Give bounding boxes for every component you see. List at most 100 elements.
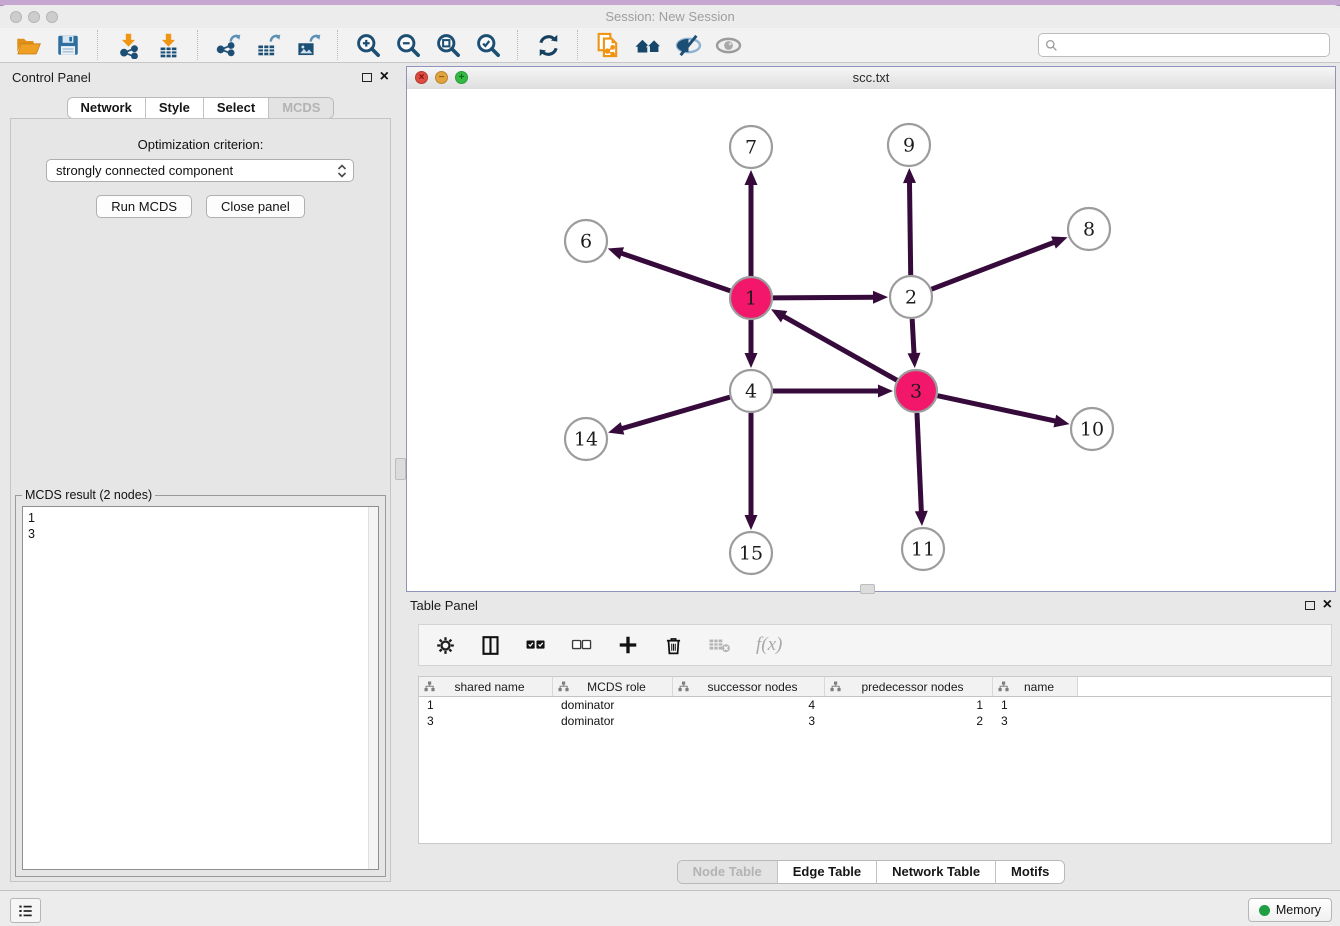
save-session-button[interactable] — [49, 29, 87, 61]
zoom-fit-button[interactable] — [429, 29, 467, 61]
edge-2-3[interactable] — [912, 319, 914, 356]
network-canvas[interactable]: 7968124314101511 — [407, 89, 1335, 591]
table-cell[interactable]: 1 — [419, 697, 553, 713]
fx-icon: f(x) — [756, 634, 782, 656]
tab-network[interactable]: Network — [68, 98, 146, 118]
task-history-button[interactable] — [10, 898, 41, 923]
criterion-value: strongly connected component — [56, 163, 233, 178]
tab-mcds[interactable]: MCDS — [269, 98, 333, 118]
column-header-successor-nodes[interactable]: successor nodes — [673, 677, 825, 696]
table-panel-float-button[interactable] — [1305, 601, 1315, 610]
delete-row-button[interactable] — [663, 635, 684, 656]
column-header-MCDS-role[interactable]: MCDS role — [553, 677, 673, 696]
edge-arrowhead — [873, 291, 888, 304]
toolbar-separator — [97, 30, 99, 60]
import-network-button[interactable] — [109, 29, 147, 61]
home-button[interactable] — [629, 29, 667, 61]
frame-maximize-button[interactable]: + — [455, 71, 468, 84]
zoom-out-icon — [395, 32, 422, 59]
table-cell[interactable]: 4 — [673, 697, 825, 713]
delete-table-button[interactable] — [708, 635, 732, 655]
window-minimize-button[interactable] — [28, 11, 40, 23]
table-cell[interactable]: 3 — [993, 713, 1078, 729]
edge-3-1[interactable] — [781, 315, 896, 380]
zoom-selected-button[interactable] — [469, 29, 507, 61]
control-panel-close-button[interactable]: × — [380, 71, 389, 83]
edge-3-10[interactable] — [938, 396, 1058, 422]
table-cell[interactable]: 3 — [419, 713, 553, 729]
show-columns-button[interactable] — [480, 635, 501, 656]
window-close-button[interactable] — [10, 11, 22, 23]
select-all-button[interactable] — [525, 636, 547, 654]
refresh-layout-button[interactable] — [529, 29, 567, 61]
edge-arrowhead — [903, 168, 916, 183]
tab-motifs[interactable]: Motifs — [996, 861, 1064, 883]
main-toolbar — [0, 28, 1340, 63]
attribute-type-icon — [830, 681, 841, 692]
control-panel-float-button[interactable] — [362, 73, 372, 82]
column-header-predecessor-nodes[interactable]: predecessor nodes — [825, 677, 993, 696]
open-file-button[interactable] — [9, 29, 47, 61]
table-tab-bar: Node Table Edge Table Network Table Moti… — [677, 860, 1066, 884]
table-cell[interactable]: dominator — [553, 697, 673, 713]
zoom-in-icon — [355, 32, 382, 59]
table-cell[interactable]: 1 — [993, 697, 1078, 713]
table-row[interactable]: 1dominator411 — [419, 697, 1331, 713]
frame-close-button[interactable]: × — [415, 71, 428, 84]
tab-edge-table[interactable]: Edge Table — [778, 861, 877, 883]
frame-minimize-button[interactable]: − — [435, 71, 448, 84]
table-cell[interactable]: 3 — [673, 713, 825, 729]
status-bar: Memory — [0, 890, 1340, 926]
window-title: Session: New Session — [0, 5, 1340, 28]
hide-graphics-details-button[interactable] — [669, 29, 707, 61]
clone-network-button[interactable] — [589, 29, 627, 61]
vertical-splitter-grip[interactable] — [395, 458, 406, 480]
edge-2-9[interactable] — [909, 180, 910, 275]
zoom-in-button[interactable] — [349, 29, 387, 61]
search-input[interactable] — [1062, 35, 1329, 55]
function-builder-button[interactable]: f(x) — [756, 634, 782, 656]
window-zoom-button[interactable] — [46, 11, 58, 23]
table-row[interactable]: 3dominator323 — [419, 713, 1331, 729]
edge-arrowhead — [915, 511, 928, 526]
table-cell[interactable]: 1 — [825, 697, 993, 713]
column-header-shared-name[interactable]: shared name — [419, 677, 553, 696]
run-mcds-button[interactable]: Run MCDS — [96, 195, 192, 218]
trash-icon — [663, 635, 684, 656]
close-panel-button[interactable]: Close panel — [206, 195, 305, 218]
home-icon — [634, 31, 663, 60]
add-row-button[interactable] — [617, 634, 639, 656]
edge-2-8[interactable] — [932, 241, 1057, 289]
export-image-button[interactable] — [289, 29, 327, 61]
birds-eye-view-button[interactable] — [709, 29, 747, 61]
zoom-out-button[interactable] — [389, 29, 427, 61]
column-header-name[interactable]: name — [993, 677, 1078, 696]
export-table-button[interactable] — [249, 29, 287, 61]
export-network-button[interactable] — [209, 29, 247, 61]
network-frame-title: scc.txt — [407, 67, 1335, 89]
tab-network-table[interactable]: Network Table — [877, 861, 996, 883]
mcds-result-textarea[interactable]: 1 3 — [22, 506, 379, 870]
import-table-button[interactable] — [149, 29, 187, 61]
table-options-button[interactable] — [435, 635, 456, 656]
zoom-fit-icon — [435, 32, 462, 59]
tab-style[interactable]: Style — [146, 98, 204, 118]
result-scrollbar[interactable] — [368, 507, 378, 869]
mcds-result-fieldset: MCDS result (2 nodes) 1 3 — [15, 495, 386, 877]
table-panel-close-button[interactable]: × — [1323, 599, 1332, 611]
search-box[interactable] — [1038, 33, 1330, 57]
optimization-criterion-select[interactable]: strongly connected component — [46, 159, 354, 182]
table-cell[interactable]: dominator — [553, 713, 673, 729]
tab-select[interactable]: Select — [204, 98, 269, 118]
edge-1-2[interactable] — [773, 297, 876, 298]
memory-button[interactable]: Memory — [1248, 898, 1332, 922]
edge-4-14[interactable] — [620, 397, 730, 429]
edge-3-11[interactable] — [917, 413, 921, 514]
tab-node-table[interactable]: Node Table — [678, 861, 778, 883]
horizontal-splitter-grip[interactable] — [860, 584, 875, 594]
edge-arrowhead — [608, 247, 624, 259]
network-frame-titlebar[interactable]: × − + scc.txt — [407, 67, 1335, 90]
deselect-all-button[interactable] — [571, 636, 593, 654]
edge-1-6[interactable] — [619, 252, 730, 290]
table-cell[interactable]: 2 — [825, 713, 993, 729]
